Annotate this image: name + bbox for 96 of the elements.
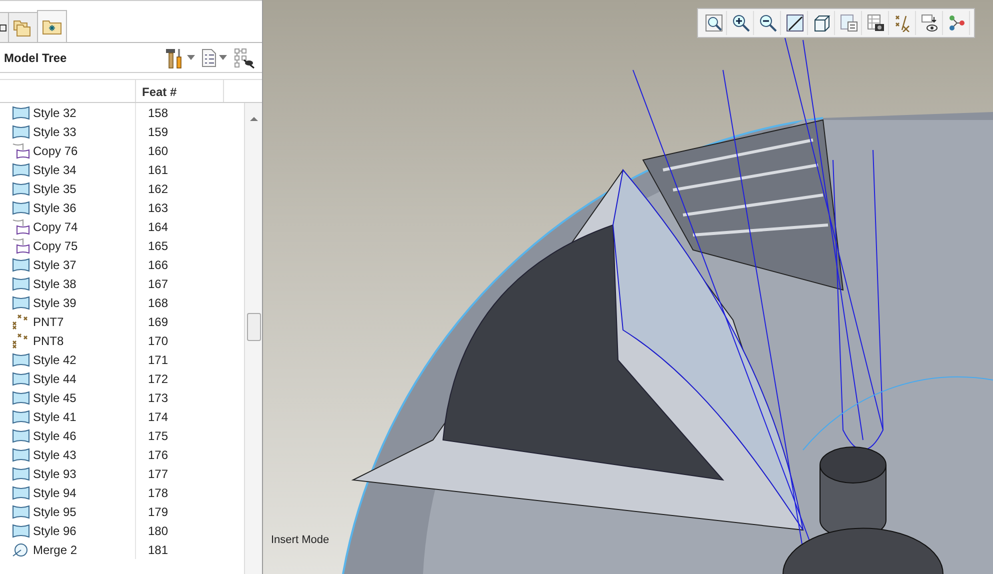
surface-icon	[12, 124, 30, 140]
feature-number: 169	[147, 314, 168, 330]
feature-number: 164	[147, 218, 168, 236]
surface-icon	[12, 256, 30, 272]
list-icon	[201, 48, 217, 68]
feature-name[interactable]: Style 42	[33, 350, 76, 368]
surface-icon	[12, 352, 30, 368]
feature-name[interactable]: Style 95	[33, 502, 76, 520]
surface-icon	[12, 522, 30, 538]
feature-number: 159	[147, 124, 168, 140]
copy-surface-icon	[12, 238, 30, 254]
feature-number: 168	[147, 294, 168, 312]
feature-name[interactable]: Style 38	[33, 274, 76, 292]
feature-number: 172	[147, 370, 168, 388]
feature-name[interactable]: Style 46	[33, 426, 76, 444]
nodes-icon	[948, 14, 966, 32]
feature-number: 171	[147, 352, 168, 368]
surface-icon	[12, 294, 30, 310]
surface-icon	[12, 162, 30, 178]
datum-points-icon	[894, 14, 912, 32]
feature-name[interactable]: Style 44	[33, 370, 76, 388]
feature-number: 174	[147, 408, 168, 426]
feature-number: 158	[147, 104, 168, 122]
feature-number: 162	[147, 180, 168, 198]
feature-name[interactable]: Style 43	[33, 446, 76, 464]
feature-number: 177	[147, 466, 168, 482]
feature-number: 175	[147, 428, 168, 444]
feature-name[interactable]: PNT8	[33, 332, 64, 350]
folder-star-icon	[42, 18, 62, 34]
feature-number: 176	[147, 446, 168, 464]
feature-number: 181	[147, 542, 168, 558]
caret-icon	[219, 55, 227, 60]
panel-title: Model Tree	[4, 50, 68, 66]
feature-name[interactable]: Copy 74	[33, 218, 78, 236]
feature-number: 180	[147, 522, 168, 540]
surface-icon	[12, 446, 30, 462]
feature-name[interactable]: Style 36	[33, 198, 76, 216]
surface-icon	[12, 484, 30, 500]
feature-name[interactable]: Style 34	[33, 160, 76, 178]
feature-number: 161	[147, 162, 168, 178]
copy-surface-icon	[12, 218, 30, 234]
feature-number: 170	[147, 332, 168, 350]
feature-number: 167	[147, 276, 168, 292]
copy-surface-icon	[12, 142, 30, 158]
surface-icon	[12, 466, 30, 482]
feature-number: 160	[147, 142, 168, 160]
feature-number: 178	[147, 484, 168, 502]
cube-icon	[813, 14, 831, 32]
folders-icon	[13, 18, 33, 36]
tree-icon	[0, 22, 8, 32]
datum-points-icon	[12, 314, 30, 330]
feature-name[interactable]: Merge 2	[33, 540, 78, 558]
feature-name[interactable]: Style 32	[33, 104, 76, 122]
feature-name[interactable]: Style 45	[33, 388, 76, 406]
feature-name[interactable]: Style 96	[33, 522, 76, 540]
feature-number: 163	[147, 200, 168, 216]
feature-name[interactable]: Style 39	[33, 294, 76, 312]
surface-icon	[12, 180, 30, 196]
feature-name[interactable]: Style 37	[33, 256, 76, 274]
feature-number: 166	[147, 256, 168, 274]
zoom-in-icon	[732, 14, 750, 32]
surface-icon	[12, 200, 30, 216]
status-text: Insert Mode	[271, 532, 330, 548]
feature-name[interactable]: Style 93	[33, 464, 76, 482]
zoom-out-icon	[759, 14, 777, 32]
surface-icon	[12, 390, 30, 406]
caret-icon	[187, 55, 195, 60]
feature-name[interactable]: PNT7	[33, 312, 64, 330]
datum-points-icon	[12, 332, 30, 348]
feature-number: 173	[147, 390, 168, 406]
graphics-viewport[interactable]: Insert Mode	[263, 0, 993, 574]
scroll-thumb[interactable]	[246, 313, 260, 341]
surface-icon	[12, 408, 30, 424]
pencil-square-icon	[786, 14, 804, 32]
scrollbar[interactable]	[244, 103, 262, 574]
scroll-up-icon	[248, 115, 258, 123]
merge-icon	[12, 542, 30, 558]
feature-name[interactable]: Style 94	[33, 484, 76, 502]
feature-number: 165	[147, 238, 168, 254]
feature-name[interactable]: Style 35	[33, 180, 76, 198]
eye-icon	[921, 14, 939, 32]
feature-name[interactable]: Copy 76	[33, 142, 78, 160]
surface-icon	[12, 504, 30, 520]
views-list-icon	[840, 14, 858, 32]
feature-name[interactable]: Style 41	[33, 408, 76, 426]
table-camera-icon	[867, 14, 885, 32]
feature-name[interactable]: Style 33	[33, 122, 76, 140]
surface-icon	[12, 428, 30, 444]
magnifier-icon	[705, 14, 723, 32]
surface-icon	[12, 276, 30, 292]
feature-number: 179	[147, 504, 168, 520]
feature-name[interactable]: Copy 75	[33, 236, 78, 254]
surface-icon	[12, 104, 30, 120]
surface-icon	[12, 370, 30, 386]
tree-eye-icon	[233, 46, 255, 68]
column-header[interactable]: Feat #	[142, 83, 177, 101]
